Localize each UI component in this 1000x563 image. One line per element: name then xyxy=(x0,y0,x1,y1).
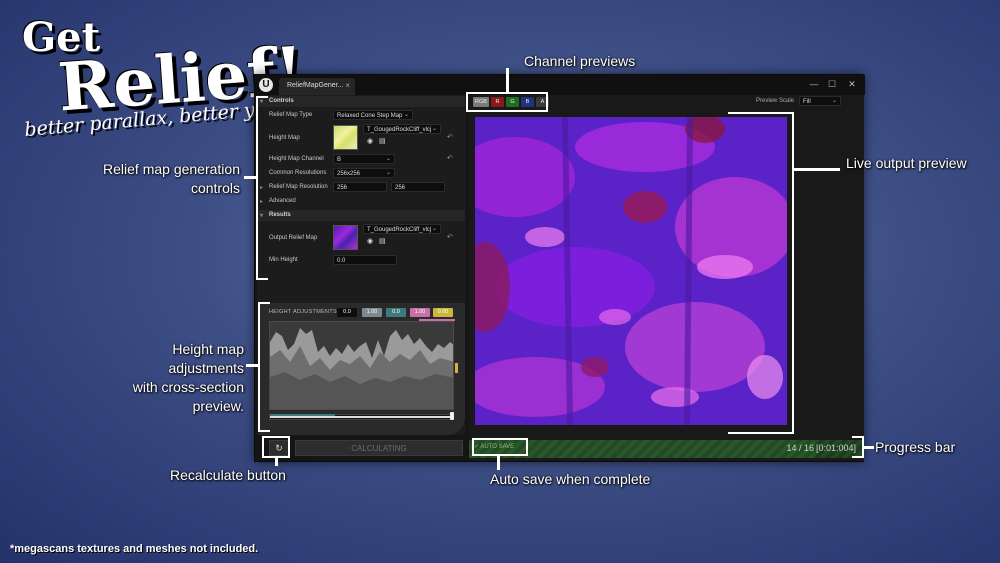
common-resolutions-label: Common Resolutions xyxy=(269,170,327,176)
relief-controls-callout-line1: Relief map generation xyxy=(103,161,240,177)
relief-controls-callout-line2: controls xyxy=(190,180,240,196)
progress-count: 14 / 16 xyxy=(786,443,814,453)
height-adj-callout-line3: preview. xyxy=(192,398,244,414)
height-adjustments-leader xyxy=(246,364,260,367)
footnote: *megascans textures and meshes not inclu… xyxy=(10,543,259,555)
browse-asset-icon[interactable]: ▤ xyxy=(379,138,386,145)
use-selected-asset-icon[interactable]: ◉ xyxy=(367,138,374,145)
auto-save-bracket xyxy=(472,438,528,456)
height-adjustments-panel: HEIGHT ADJUSTMENTS 0.0 1.00 0.0 1.00 0.0… xyxy=(259,303,465,435)
preview-scale-value: Fill xyxy=(803,99,811,105)
relief-map-type-value: Relaxed Cone Step Map xyxy=(337,113,403,119)
relief-controls-callout: Relief map generation controls xyxy=(92,160,240,198)
controls-bracket xyxy=(256,96,268,280)
recalculate-callout: Recalculate button xyxy=(170,467,286,483)
title-bar: U ReliefMapGener... × — ☐ ✕ xyxy=(255,75,865,95)
min-height-input[interactable]: 0.0 xyxy=(333,255,397,265)
chevron-down-icon: ⌄ xyxy=(831,98,837,104)
tab-close-icon[interactable]: × xyxy=(345,81,350,90)
range-slider-track[interactable] xyxy=(269,412,454,420)
calculating-button: CALCULATING xyxy=(295,440,463,456)
preview-scale-label: Preview Scale xyxy=(756,98,795,104)
results-section-header[interactable]: ▾ Results xyxy=(257,210,465,221)
tab-label: ReliefMapGener... xyxy=(287,82,344,89)
editor-tab[interactable]: ReliefMapGener... × xyxy=(279,78,355,95)
channel-previews-bracket xyxy=(466,92,548,112)
chevron-down-icon: ⌄ xyxy=(431,126,437,132)
recalculate-leader xyxy=(275,458,278,466)
cross-section-svg xyxy=(270,328,453,409)
preview-panel: RGB R G B A Preview Scale Fill ⌄ ✓ AUTO … xyxy=(469,95,864,461)
reset-arrow-icon[interactable]: ↶ xyxy=(447,133,453,141)
relief-map-type-label: Relief Map Type xyxy=(269,112,313,118)
maximize-icon[interactable]: ☐ xyxy=(825,79,839,90)
use-selected-asset-icon[interactable]: ◉ xyxy=(367,238,374,245)
channel-previews-callout: Channel previews xyxy=(524,53,636,69)
progress-bar-bracket xyxy=(852,436,864,458)
height-adjustments-title: HEIGHT ADJUSTMENTS xyxy=(269,309,337,315)
range-slider-bar xyxy=(270,416,453,418)
max-input-value[interactable]: 1.00 xyxy=(362,308,382,317)
reset-arrow-icon[interactable]: ↶ xyxy=(447,233,453,241)
chevron-down-icon: ⌄ xyxy=(385,170,391,176)
output-asset-picker[interactable]: T_GougedRockCliff_vlcj ⌄ xyxy=(363,224,441,234)
controls-section-header[interactable]: ▾ Controls xyxy=(257,96,465,107)
controls-section-label: Controls xyxy=(269,98,294,104)
range-slider-handle[interactable] xyxy=(450,412,454,420)
progress-bar-callout: Progress bar xyxy=(875,439,956,455)
chevron-down-icon: ⌄ xyxy=(385,156,391,162)
common-resolutions-value: 256x256 xyxy=(337,171,361,177)
relief-map-resolution-label: Relief Map Resolution xyxy=(269,184,328,190)
close-icon[interactable]: ✕ xyxy=(845,79,859,90)
max-output-value[interactable]: 1.00 xyxy=(410,308,430,317)
min-input-value[interactable]: 0.0 xyxy=(337,308,357,317)
chevron-down-icon: ⌄ xyxy=(431,226,437,232)
reset-arrow-icon[interactable]: ↶ xyxy=(447,154,453,162)
chevron-down-icon: ⌄ xyxy=(403,112,409,118)
output-asset-name: T_GougedRockCliff_vlcj xyxy=(367,227,432,233)
live-output-leader xyxy=(794,168,840,171)
height-map-asset-picker[interactable]: T_GougedRockCliff_vlcj ⌄ xyxy=(363,124,441,134)
preview-scale-dropdown[interactable]: Fill ⌄ xyxy=(799,96,841,106)
progress-time: [0:01:004] xyxy=(815,443,856,453)
height-map-channel-dropdown[interactable]: B ⌄ xyxy=(333,154,395,164)
live-output-callout: Live output preview xyxy=(846,155,967,171)
progress-bar: ✓ AUTO SAVE 14 / 16 [0:01:004] xyxy=(469,440,864,458)
unreal-logo-icon: U xyxy=(259,78,273,92)
height-map-channel-label: Height Map Channel xyxy=(269,156,324,162)
height-adj-callout-line1: Height map adjustments xyxy=(168,341,244,376)
offset-value[interactable]: 0.00 xyxy=(433,308,453,317)
relief-map-type-dropdown[interactable]: Relaxed Cone Step Map ⌄ xyxy=(333,110,413,120)
height-map-label: Height Map xyxy=(269,135,300,141)
min-output-value[interactable]: 0.0 xyxy=(386,308,406,317)
height-map-asset-name: T_GougedRockCliff_vlcj xyxy=(367,127,432,133)
cross-section-graph xyxy=(269,321,454,410)
height-map-channel-value: B xyxy=(337,157,342,163)
live-output-bracket xyxy=(728,112,794,434)
height-adjustments-callout: Height map adjustments with cross-sectio… xyxy=(94,340,244,416)
min-height-label: Min Height xyxy=(269,257,298,263)
relief-res-x-input[interactable]: 256 xyxy=(333,182,387,192)
progress-bar-leader xyxy=(864,446,874,449)
advanced-label: Advanced xyxy=(269,198,296,204)
height-adj-callout-line2: with cross-section xyxy=(132,379,244,395)
output-relief-map-thumbnail[interactable] xyxy=(333,225,358,250)
browse-asset-icon[interactable]: ▤ xyxy=(379,238,386,245)
offset-handle[interactable] xyxy=(455,363,458,373)
results-section-label: Results xyxy=(269,212,291,218)
controls-leader xyxy=(244,176,258,179)
common-resolutions-dropdown[interactable]: 256x256 ⌄ xyxy=(333,168,395,178)
output-relief-map-label: Output Relief Map xyxy=(269,235,318,241)
channel-previews-leader xyxy=(506,68,509,92)
height-adjustments-bracket xyxy=(258,302,270,432)
height-map-thumbnail[interactable] xyxy=(333,125,358,150)
recalculate-bracket xyxy=(262,436,290,458)
auto-save-callout: Auto save when complete xyxy=(490,471,651,487)
minimize-icon[interactable]: — xyxy=(807,79,821,89)
relief-res-y-input[interactable]: 256 xyxy=(391,182,445,192)
auto-save-leader xyxy=(497,456,500,470)
